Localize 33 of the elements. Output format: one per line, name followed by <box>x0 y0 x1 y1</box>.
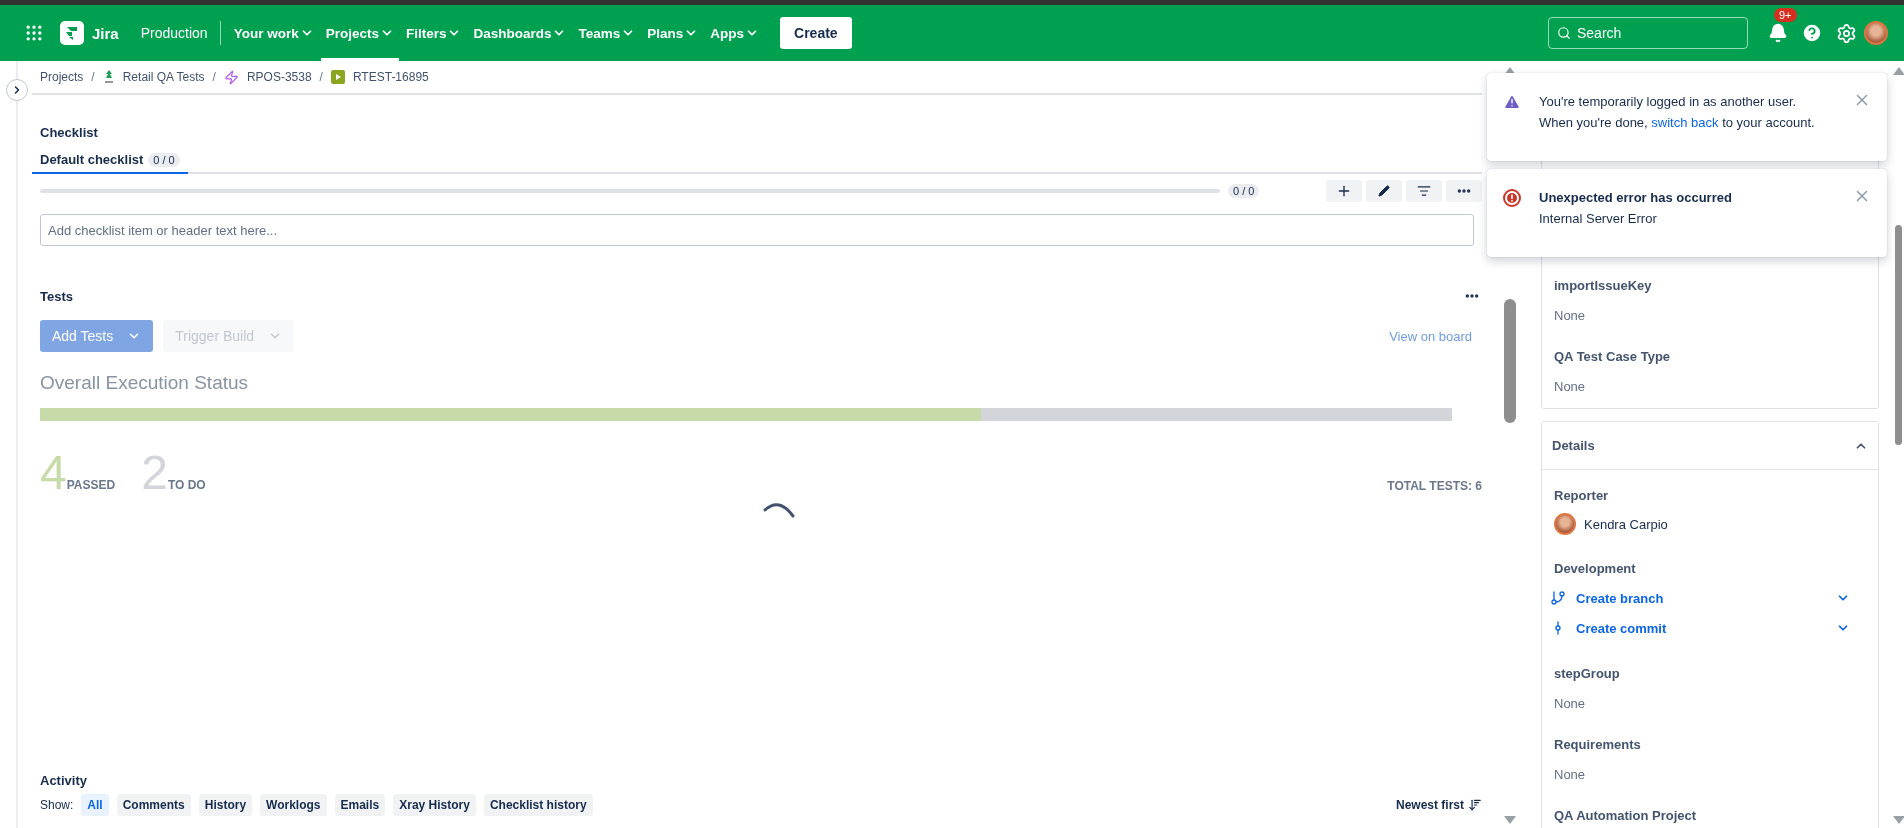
total-tests: TOTAL TESTS: 6 <box>1387 479 1482 493</box>
status-count: 4 <box>40 449 67 497</box>
field-label: stepGroup <box>1554 666 1621 681</box>
field-value: None <box>1554 379 1587 394</box>
progress-reading: 0 / 0 <box>1228 184 1260 198</box>
status-label: TO DO <box>167 478 206 492</box>
field-value: None <box>1554 696 1587 711</box>
section-title: Activity <box>40 773 88 788</box>
breadcrumb-separator: / <box>212 70 216 84</box>
status-count: 2 <box>141 449 168 497</box>
reporter-name: Kendra Carpio <box>1584 516 1668 532</box>
field-label: Development <box>1554 561 1637 576</box>
toast-message: You're temporarily logged in as another user. When you're done, switch back to your account. <box>1539 93 1816 132</box>
toast-message: Internal Server Error <box>1539 210 1658 228</box>
field-label: QA Automation Project <box>1554 808 1698 823</box>
toast-title: Unexpected error has occurred <box>1539 189 1733 207</box>
field-label: importIssueKey <box>1554 278 1653 293</box>
section-title: Tests <box>40 288 73 304</box>
show-label: Show: <box>40 798 74 812</box>
field-label: Requirements <box>1554 737 1642 752</box>
field-value: None <box>1554 308 1587 323</box>
breadcrumb-separator: / <box>319 70 323 84</box>
field-value: None <box>1554 767 1587 782</box>
notification-count: 9+ <box>1774 8 1797 22</box>
execution-status-title: Overall Execution Status <box>40 372 250 394</box>
tab-count: 0 / 0 <box>148 152 180 167</box>
status-label: PASSED <box>66 478 116 492</box>
section-title: Checklist <box>40 125 99 140</box>
breadcrumb-separator: / <box>91 70 95 84</box>
field-label: QA Test Case Type <box>1554 349 1672 364</box>
field-label: Reporter <box>1554 488 1610 503</box>
site-name: Production <box>132 21 221 45</box>
product-name: Jira <box>92 24 119 42</box>
